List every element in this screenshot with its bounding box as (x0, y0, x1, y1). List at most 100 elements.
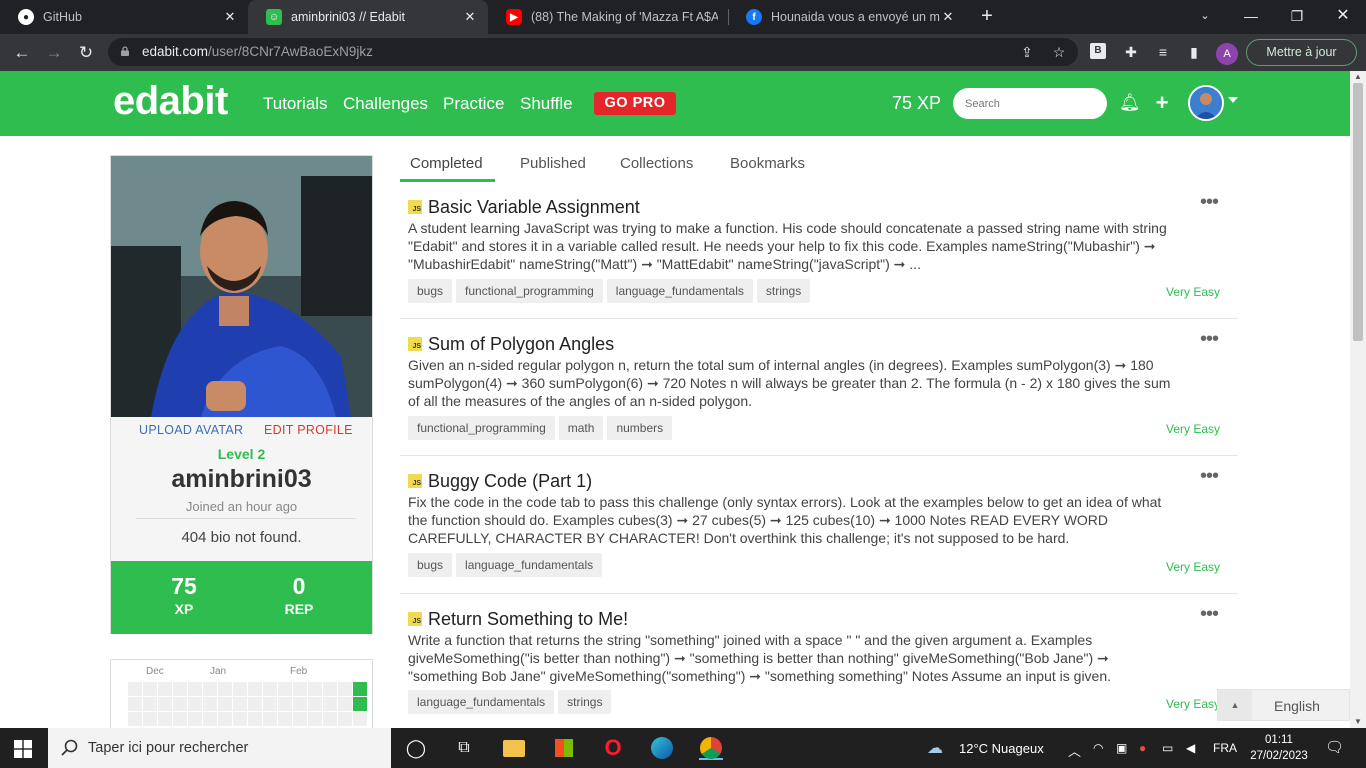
browser-tab-facebook[interactable]: f Hounaida vous a envoyé un mes ✕ (728, 0, 966, 34)
bookmark-star-icon[interactable]: ☆ (1050, 43, 1068, 61)
edge-icon[interactable] (650, 736, 674, 760)
new-tab-button[interactable]: + (976, 5, 998, 27)
calendar-day-cell (353, 697, 367, 711)
tag[interactable]: math (558, 416, 604, 440)
address-bar[interactable]: edabit.com/user/8CNr7AwBaoExN9jkz ⇪ ☆ (108, 38, 1078, 66)
weather-icon[interactable]: ☁ (927, 738, 943, 758)
tag[interactable]: bugs (408, 553, 453, 577)
input-language[interactable]: FRA (1213, 741, 1237, 755)
task-view-icon[interactable]: ⧉ (452, 736, 476, 760)
browser-profile-avatar[interactable]: A (1216, 43, 1238, 65)
nav-shuffle[interactable]: Shuffle (520, 94, 573, 114)
close-window-button[interactable]: ✕ (1320, 0, 1366, 34)
cortana-icon[interactable]: ◯ (404, 736, 428, 760)
search-input[interactable] (953, 88, 1107, 119)
close-icon[interactable]: ✕ (462, 9, 478, 25)
more-options-icon[interactable]: ••• (1200, 328, 1219, 351)
file-explorer-icon[interactable] (502, 736, 526, 760)
tag[interactable]: language_fundamentals (456, 553, 603, 577)
challenge-title[interactable]: Buggy Code (Part 1) (428, 471, 592, 492)
scrollbar-thumb[interactable] (1353, 83, 1363, 341)
language-selector[interactable]: ▲ English (1217, 689, 1350, 721)
more-options-icon[interactable]: ••• (1200, 603, 1219, 626)
system-clock[interactable]: 01:11 27/02/2023 (1248, 732, 1310, 764)
weather-text[interactable]: 12°C Nuageux (959, 741, 1044, 756)
tag[interactable]: strings (558, 690, 612, 714)
close-icon[interactable]: ✕ (940, 9, 956, 25)
wifi-icon[interactable]: ◠ (1093, 741, 1103, 755)
nav-practice[interactable]: Practice (443, 94, 504, 114)
plus-icon[interactable]: + (1152, 92, 1172, 114)
close-icon[interactable]: ✕ (222, 9, 238, 25)
challenge-title[interactable]: Basic Variable Assignment (428, 197, 640, 218)
scroll-up-arrow-icon[interactable]: ▲ (1350, 71, 1366, 83)
forward-button[interactable]: → (41, 40, 67, 66)
tag[interactable]: numbers (607, 416, 673, 440)
browser-tab-edabit[interactable]: ☺ aminbrini03 // Edabit ✕ (248, 0, 488, 34)
calendar-day-cell (263, 682, 277, 696)
tab-bookmarks[interactable]: Bookmarks (730, 155, 805, 172)
challenge-title[interactable]: Sum of Polygon Angles (428, 334, 614, 355)
more-options-icon[interactable]: ••• (1200, 465, 1219, 488)
calendar-day-cell (188, 712, 202, 726)
tab-collections[interactable]: Collections (620, 155, 693, 172)
scroll-down-arrow-icon[interactable]: ▼ (1350, 716, 1366, 728)
page-scrollbar[interactable]: ▲ ▼ (1350, 71, 1366, 728)
calendar-day-cell (308, 697, 322, 711)
opera-icon[interactable]: O (601, 736, 625, 760)
chrome-icon[interactable] (699, 736, 723, 760)
more-options-icon[interactable]: ••• (1200, 191, 1219, 214)
browser-toolbar: ← → ↻ edabit.com/user/8CNr7AwBaoExN9jkz … (0, 34, 1366, 71)
tab-search-icon[interactable]: ⌄ (1182, 0, 1228, 34)
chevron-down-icon[interactable] (1228, 97, 1238, 103)
tag[interactable]: strings (756, 279, 811, 303)
upload-avatar-link[interactable]: UPLOAD AVATAR (139, 423, 243, 437)
tag[interactable]: language_fundamentals (606, 279, 753, 303)
tag[interactable]: bugs (408, 279, 453, 303)
browser-tab-youtube[interactable]: ▶ (88) The Making of 'Mazza Ft A$A (488, 0, 728, 34)
calendar-day-cell (128, 712, 142, 726)
difficulty-label: Very Easy (1166, 697, 1221, 711)
chevron-up-icon[interactable]: ▲ (1218, 690, 1252, 720)
challenge-title[interactable]: Return Something to Me! (428, 609, 628, 630)
bell-icon[interactable]: 🔔︎ (1119, 93, 1141, 113)
share-icon[interactable]: ⇪ (1018, 43, 1036, 61)
calendar-day-cell (128, 697, 142, 711)
tag-list: bugs functional_programming language_funda… (408, 279, 814, 304)
chevron-up-icon[interactable]: ︿ (1068, 741, 1081, 760)
nav-challenges[interactable]: Challenges (343, 94, 428, 114)
battery-icon[interactable]: ▭ (1162, 741, 1173, 755)
lock-icon (121, 46, 129, 56)
tab-completed[interactable]: Completed (410, 155, 483, 172)
nav-tutorials[interactable]: Tutorials (263, 94, 328, 114)
tag[interactable]: language_fundamentals (408, 690, 555, 714)
tag[interactable]: functional_programming (456, 279, 603, 303)
calendar-day-cell (263, 697, 277, 711)
tab-published[interactable]: Published (520, 155, 586, 172)
edabit-logo[interactable]: edabit (113, 79, 228, 124)
browser-tab-github[interactable]: ● GitHub ✕ (0, 0, 248, 34)
volume-icon[interactable]: ◀ (1186, 741, 1195, 755)
side-panel-icon[interactable]: ▮ (1185, 43, 1203, 61)
camera-icon[interactable]: ▣ (1116, 741, 1127, 755)
notification-icon[interactable]: 🗨︎ (1325, 738, 1344, 756)
extension-b-icon[interactable]: B (1090, 43, 1106, 59)
edit-profile-link[interactable]: EDIT PROFILE (264, 423, 353, 437)
profile-tabs: Completed Published Collections Bookmark… (400, 155, 1238, 183)
calendar-day-cell (233, 682, 247, 696)
puzzle-icon[interactable]: ✚ (1122, 43, 1140, 61)
media-queue-icon[interactable]: ≡ (1154, 43, 1172, 61)
restore-button[interactable]: ❐ (1274, 0, 1320, 34)
tag[interactable]: functional_programming (408, 416, 555, 440)
go-pro-button[interactable]: GO PRO (594, 92, 676, 115)
reload-button[interactable]: ↻ (73, 40, 99, 66)
xp-value: 75 (171, 573, 197, 599)
back-button[interactable]: ← (9, 40, 35, 66)
minimize-button[interactable]: — (1228, 0, 1274, 34)
windows-start-icon[interactable] (14, 740, 32, 758)
taskbar-search-box[interactable]: Taper ici pour rechercher (48, 728, 391, 768)
network-status-icon[interactable]: ● (1139, 741, 1146, 755)
update-browser-button[interactable]: Mettre à jour (1246, 39, 1357, 66)
user-avatar[interactable] (1188, 85, 1224, 121)
microsoft-store-icon[interactable] (552, 736, 576, 760)
